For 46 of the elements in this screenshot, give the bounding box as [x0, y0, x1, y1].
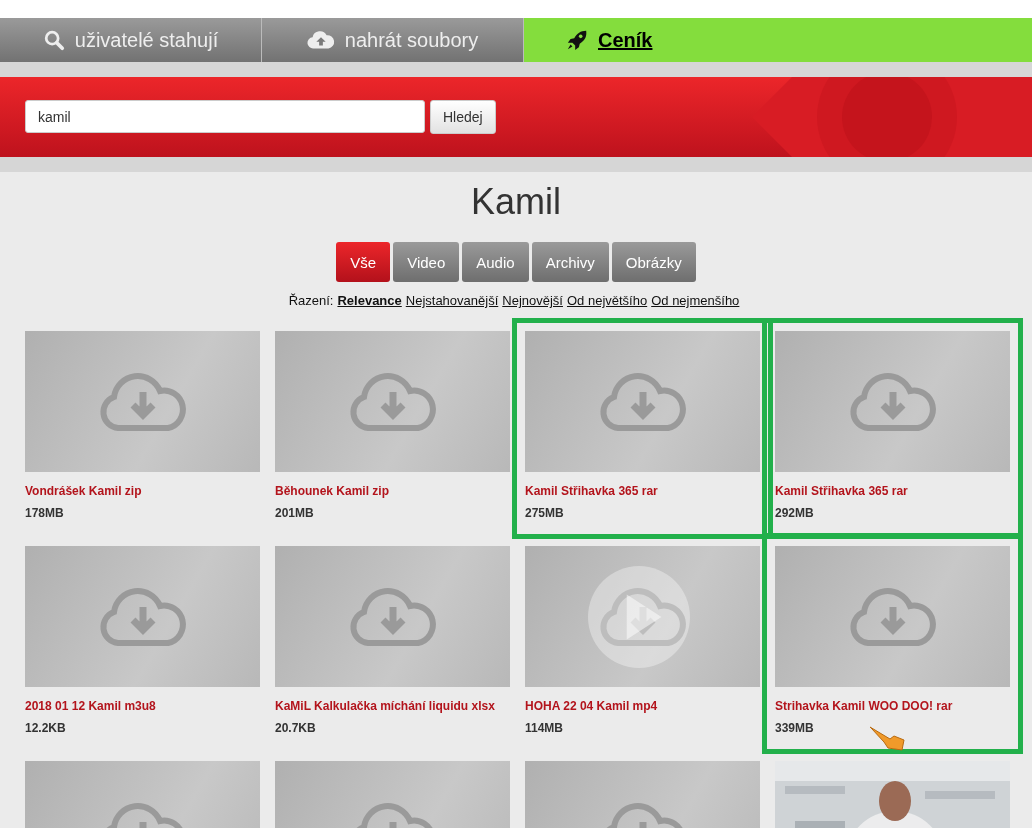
file-link[interactable]: Běhounek Kamil zip — [275, 484, 510, 498]
play-icon — [588, 566, 690, 668]
filter-tab[interactable]: Obrázky — [611, 242, 696, 282]
file-link[interactable]: KaMiL Kalkulačka míchání liquidu xlsx — [275, 699, 510, 713]
file-size: 114MB — [525, 721, 565, 735]
hand-cursor-icon — [868, 724, 908, 754]
sort-link[interactable]: Od největšího — [566, 293, 648, 308]
file-size: 201MB — [275, 506, 315, 520]
search-button[interactable]: Hledej — [430, 100, 496, 134]
file-thumbnail[interactable] — [775, 546, 1010, 687]
filter-tab[interactable]: Archivy — [531, 242, 609, 282]
page-title: Kamil — [470, 182, 562, 222]
file-link[interactable]: Kamil Střihavka 365 rar — [775, 484, 1010, 498]
file-link[interactable]: Kamil Střihavka 365 rar — [525, 484, 760, 498]
file-thumbnail[interactable] — [25, 331, 260, 472]
file-link[interactable]: Strihavka Kamil WOO DOO! rar — [775, 699, 1010, 713]
filter-tab[interactable]: Video — [393, 242, 460, 282]
file-size: 20.7KB — [275, 721, 317, 735]
search-icon — [42, 29, 65, 51]
file-size: 275MB — [525, 506, 565, 520]
cloud-upload-icon — [306, 29, 335, 51]
file-link[interactable]: Vondrášek Kamil zip — [25, 484, 260, 498]
file-size: 178MB — [25, 506, 65, 520]
nav-link[interactable]: uživatelé stahují — [0, 18, 262, 62]
sort-link[interactable]: Nejnovější — [502, 293, 563, 308]
sort-link[interactable]: Relevance — [337, 293, 402, 308]
file-size: 292MB — [775, 506, 815, 520]
nav-link[interactable]: Ceník — [524, 18, 1032, 62]
filter-tab[interactable]: Audio — [462, 242, 529, 282]
file-size: 339MB — [775, 721, 815, 735]
file-thumbnail[interactable] — [275, 546, 510, 687]
nav-link[interactable]: nahrát soubory — [262, 18, 524, 62]
file-link[interactable]: HOHA 22 04 Kamil mp4 — [525, 699, 760, 713]
sort-label: Řazení: — [288, 293, 334, 308]
file-thumbnail[interactable] — [525, 546, 760, 687]
rocket-icon — [566, 29, 588, 51]
sort-link[interactable]: Nejstahovanější — [405, 293, 499, 308]
file-size: 12.2KB — [25, 721, 67, 735]
file-thumbnail[interactable] — [25, 546, 260, 687]
filter-tab[interactable]: Vše — [336, 242, 391, 282]
file-thumbnail[interactable] — [275, 331, 510, 472]
file-link[interactable]: 2018 01 12 Kamil m3u8 — [25, 699, 260, 713]
file-thumbnail[interactable] — [525, 331, 760, 472]
search-field[interactable]: kamil — [25, 100, 425, 133]
sort-link[interactable]: Od nejmenšího — [651, 293, 740, 308]
file-thumbnail[interactable] — [775, 331, 1010, 472]
